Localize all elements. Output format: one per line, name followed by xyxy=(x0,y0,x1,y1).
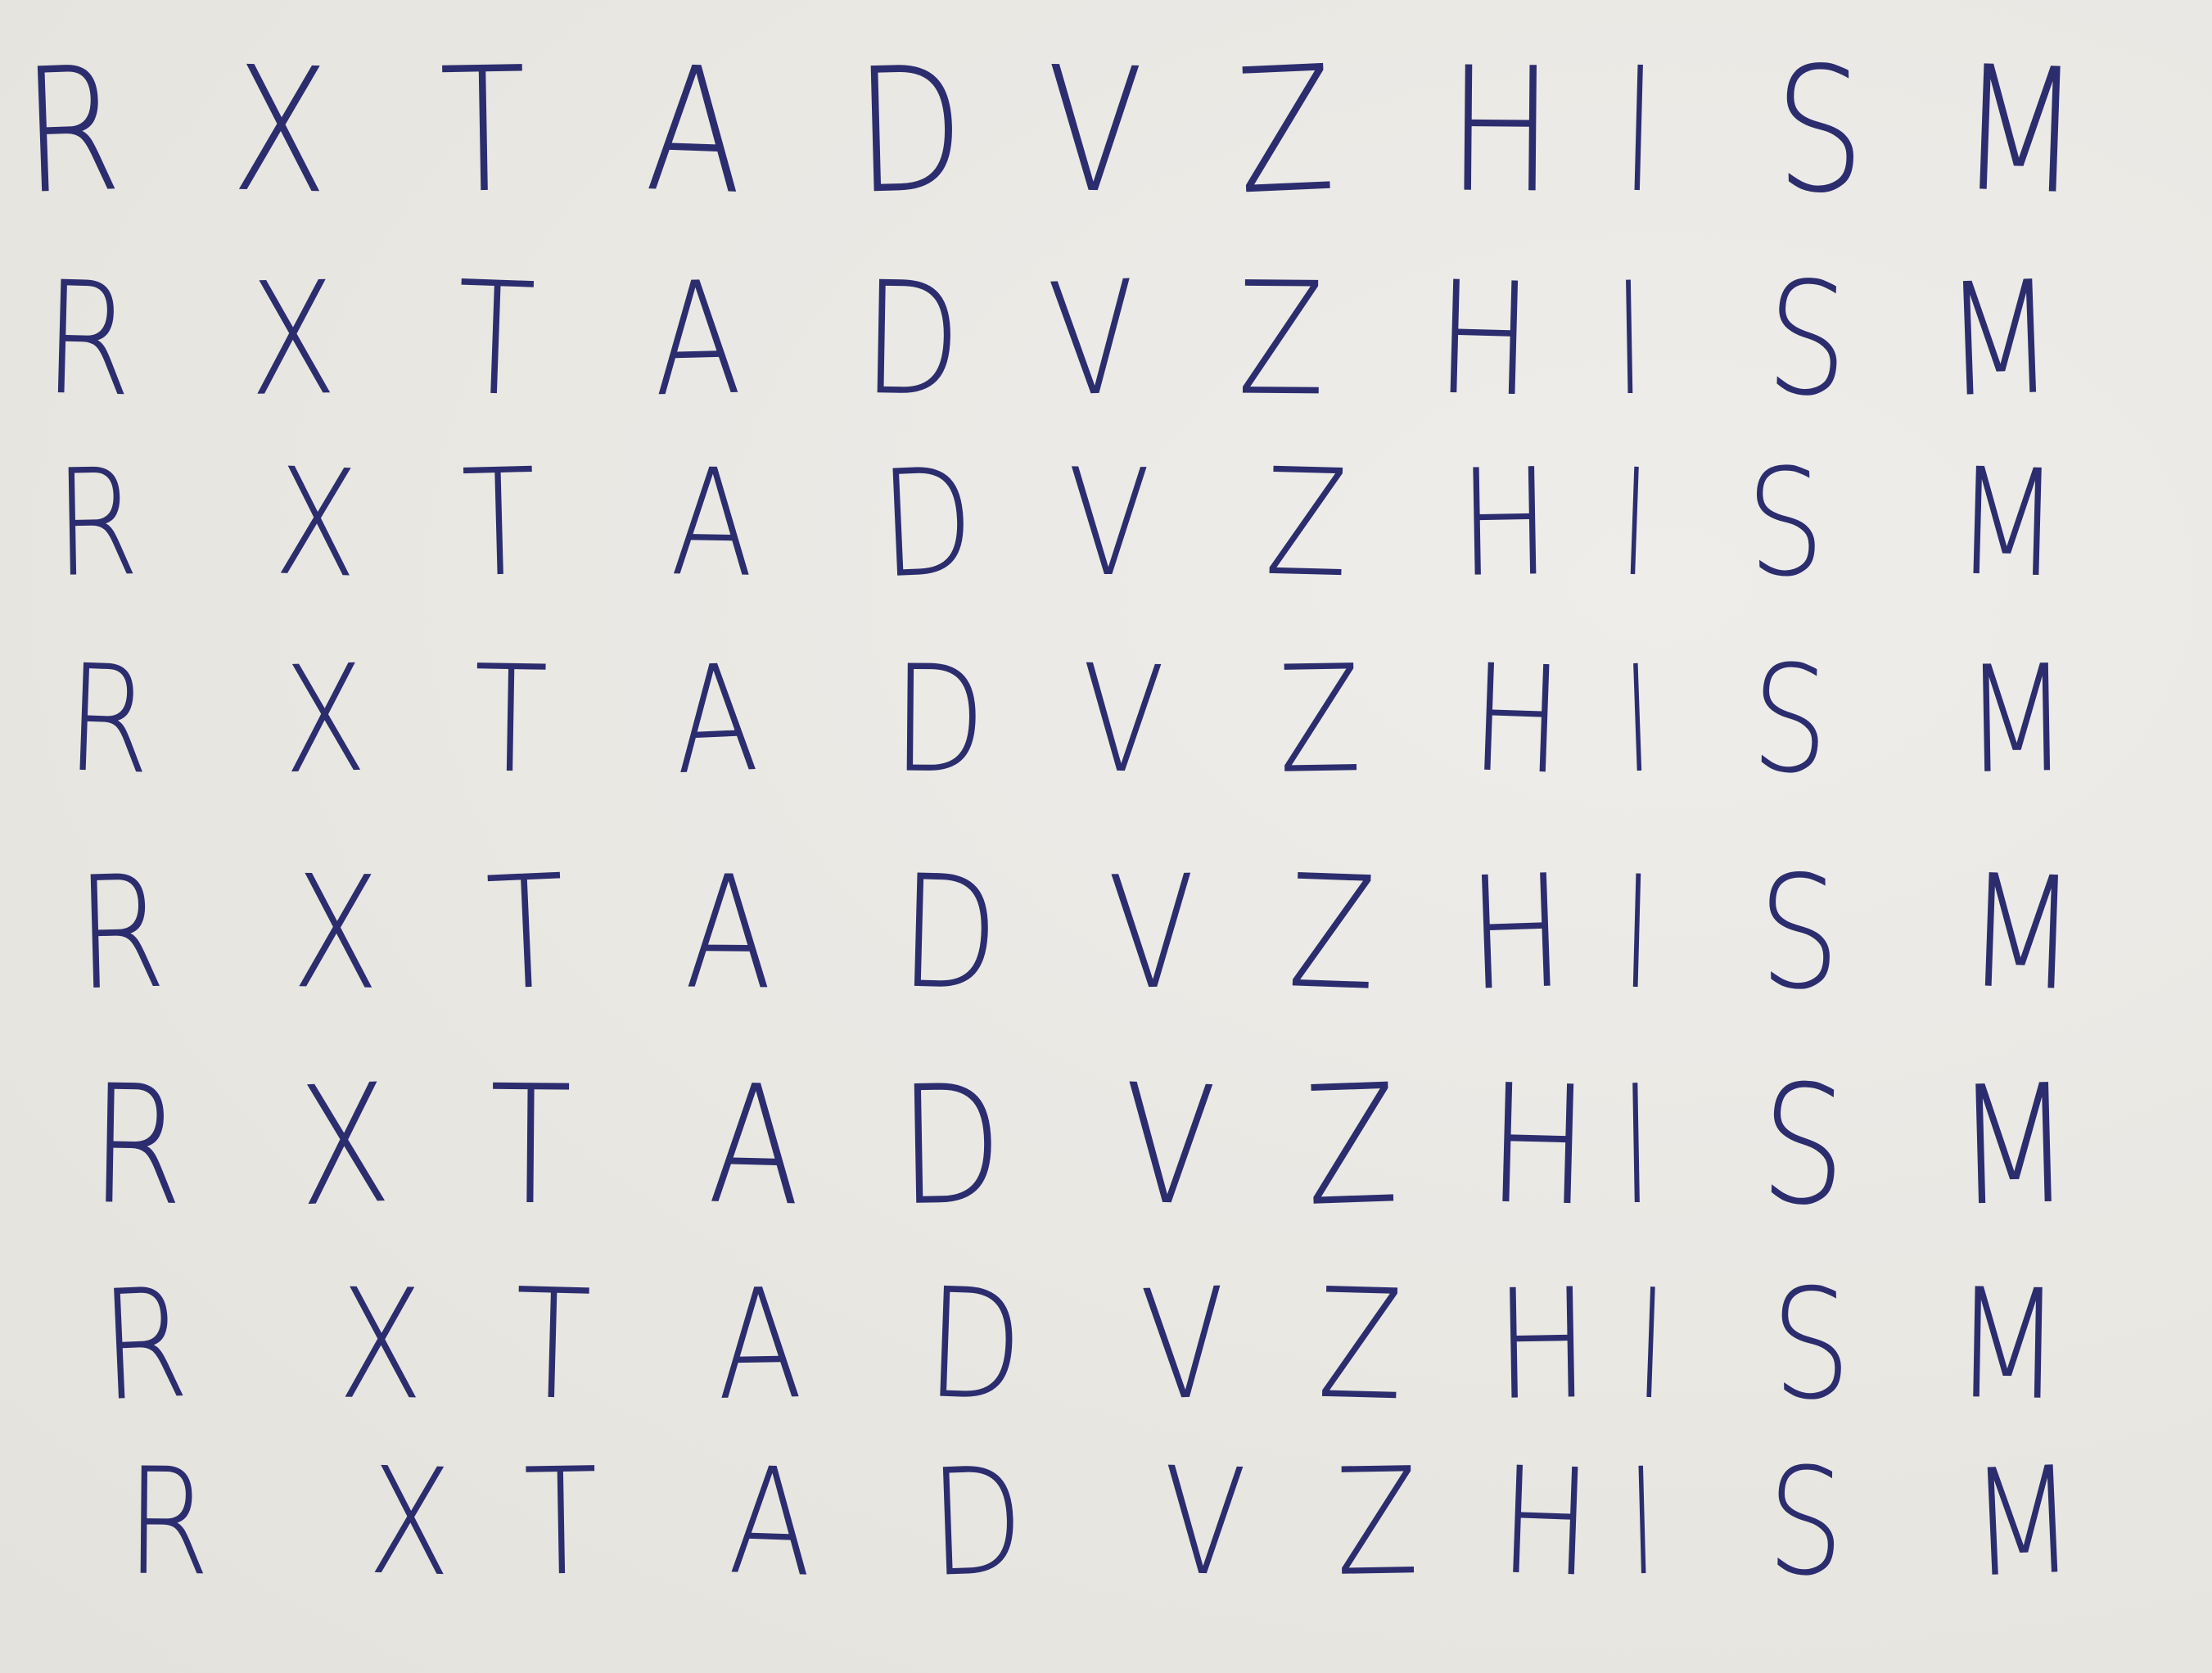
handwritten-letter: I xyxy=(1622,634,1654,807)
handwritten-letter: T xyxy=(438,29,528,232)
handwritten-letter: R xyxy=(88,1050,186,1242)
handwritten-letter: R xyxy=(41,247,135,432)
handwritten-letter: S xyxy=(1766,1436,1846,1609)
handwritten-letter: S xyxy=(1744,436,1827,611)
handwritten-letter: S xyxy=(1749,633,1831,807)
handwritten-letter: M xyxy=(1955,28,2084,233)
handwritten-letter: I xyxy=(1618,437,1651,610)
handwritten-letter: S xyxy=(1757,842,1842,1024)
handwritten-letter: T xyxy=(522,1436,600,1609)
letter-row: RXTADVZHISM xyxy=(0,840,2212,1028)
handwritten-letter: S xyxy=(1757,1049,1850,1243)
handwritten-letter: V xyxy=(1107,842,1198,1024)
handwritten-letter: R xyxy=(74,841,168,1025)
handwritten-letter: I xyxy=(1620,29,1657,232)
handwritten-letter: I xyxy=(1634,1255,1668,1434)
handwritten-letter: A xyxy=(651,247,743,432)
handwritten-letter: X xyxy=(281,633,368,807)
handwritten-letter: I xyxy=(1614,248,1645,431)
handwritten-letter-sheet: RXTADVZHISMRXTADVZHISMRXTADVZHISMRXTADVZ… xyxy=(0,0,2212,1673)
handwritten-letter: T xyxy=(472,634,549,807)
handwritten-letter: H xyxy=(1458,437,1552,610)
handwritten-letter: H xyxy=(1469,633,1566,807)
handwritten-letter: X xyxy=(337,1255,424,1434)
handwritten-letter: I xyxy=(1627,1436,1659,1609)
handwritten-letter: H xyxy=(1465,841,1568,1026)
letter-row: RXTADVZHISM xyxy=(0,28,2212,233)
handwritten-letter: D xyxy=(852,29,967,233)
handwritten-letter: R xyxy=(97,1254,192,1436)
handwritten-letter: T xyxy=(454,247,538,432)
handwritten-letter: R xyxy=(53,437,141,610)
handwritten-letter: Z xyxy=(1277,634,1363,807)
letter-row: RXTADVZHISM xyxy=(0,1048,2212,1245)
handwritten-letter: D xyxy=(928,1436,1027,1610)
handwritten-letter: S xyxy=(1769,1255,1853,1435)
handwritten-letter: R xyxy=(64,633,154,807)
handwritten-letter: M xyxy=(1963,840,2080,1026)
handwritten-letter: H xyxy=(1497,1436,1595,1610)
handwritten-letter: A xyxy=(643,29,747,233)
handwritten-letter: R xyxy=(19,29,124,233)
letter-row: RXTADVZHISM xyxy=(0,632,2212,811)
handwritten-letter: X xyxy=(291,842,382,1024)
handwritten-letter: V xyxy=(1138,1255,1230,1435)
handwritten-letter: T xyxy=(512,1255,593,1435)
handwritten-letter: A xyxy=(727,1436,816,1610)
handwritten-letter: A xyxy=(684,842,774,1024)
handwritten-letter: M xyxy=(1952,1255,2063,1435)
handwritten-letter: D xyxy=(897,841,1001,1025)
handwritten-letter: T xyxy=(488,1050,573,1242)
handwritten-letter: V xyxy=(1079,633,1167,807)
handwritten-letter: Z xyxy=(1334,1436,1420,1609)
handwritten-letter: V xyxy=(1119,1049,1219,1243)
handwritten-letter: M xyxy=(1952,1049,2074,1243)
handwritten-letter: I xyxy=(1621,842,1654,1024)
handwritten-letter: T xyxy=(460,436,539,611)
handwritten-letter: V xyxy=(1044,29,1144,233)
handwritten-letter: M xyxy=(1962,633,2070,807)
letter-row: RXTADVZHISM xyxy=(0,436,2212,614)
handwritten-letter: H xyxy=(1446,29,1555,232)
handwritten-letter: Z xyxy=(1263,436,1351,611)
handwritten-letter: T xyxy=(483,841,570,1026)
letter-row: RXTADVZHISM xyxy=(0,1435,2212,1613)
handwritten-letter: I xyxy=(1620,1050,1653,1242)
handwritten-letter: Z xyxy=(1315,1255,1406,1435)
handwritten-letter: D xyxy=(892,634,987,807)
handwritten-letter: Z xyxy=(1236,248,1326,431)
handwritten-letter: V xyxy=(1161,1436,1248,1610)
handwritten-letter: A xyxy=(715,1255,804,1434)
handwritten-letter: D xyxy=(923,1255,1026,1436)
handwritten-letter: Z xyxy=(1302,1049,1402,1243)
handwritten-letter: S xyxy=(1772,29,1867,232)
handwritten-letter: M xyxy=(1941,246,2058,432)
letter-row: RXTADVZHISM xyxy=(0,246,2212,434)
handwritten-letter: Z xyxy=(1285,841,1379,1025)
handwritten-letter: D xyxy=(877,436,978,612)
handwritten-letter: X xyxy=(367,1436,454,1610)
handwritten-letter: H xyxy=(1433,247,1535,432)
handwritten-letter: V xyxy=(1067,437,1152,610)
handwritten-letter: A xyxy=(706,1049,804,1243)
handwritten-letter: X xyxy=(229,29,332,233)
handwritten-letter: M xyxy=(1953,436,2062,611)
letter-row: RXTADVZHISM xyxy=(0,1254,2212,1437)
handwritten-letter: X xyxy=(293,1048,395,1244)
handwritten-letter: A xyxy=(671,632,762,808)
handwritten-letter: X xyxy=(273,436,362,611)
handwritten-letter: D xyxy=(897,1049,1004,1243)
handwritten-letter: R xyxy=(125,1436,211,1609)
handwritten-letter: D xyxy=(861,247,963,432)
handwritten-letter: S xyxy=(1763,247,1852,432)
handwritten-letter: Z xyxy=(1232,28,1338,233)
handwritten-letter: A xyxy=(670,437,756,610)
handwritten-letter: X xyxy=(247,248,338,431)
handwritten-letter: H xyxy=(1485,1049,1591,1243)
handwritten-letter: H xyxy=(1493,1255,1591,1434)
handwritten-letter: M xyxy=(1966,1435,2079,1611)
handwritten-letter: V xyxy=(1045,246,1141,432)
